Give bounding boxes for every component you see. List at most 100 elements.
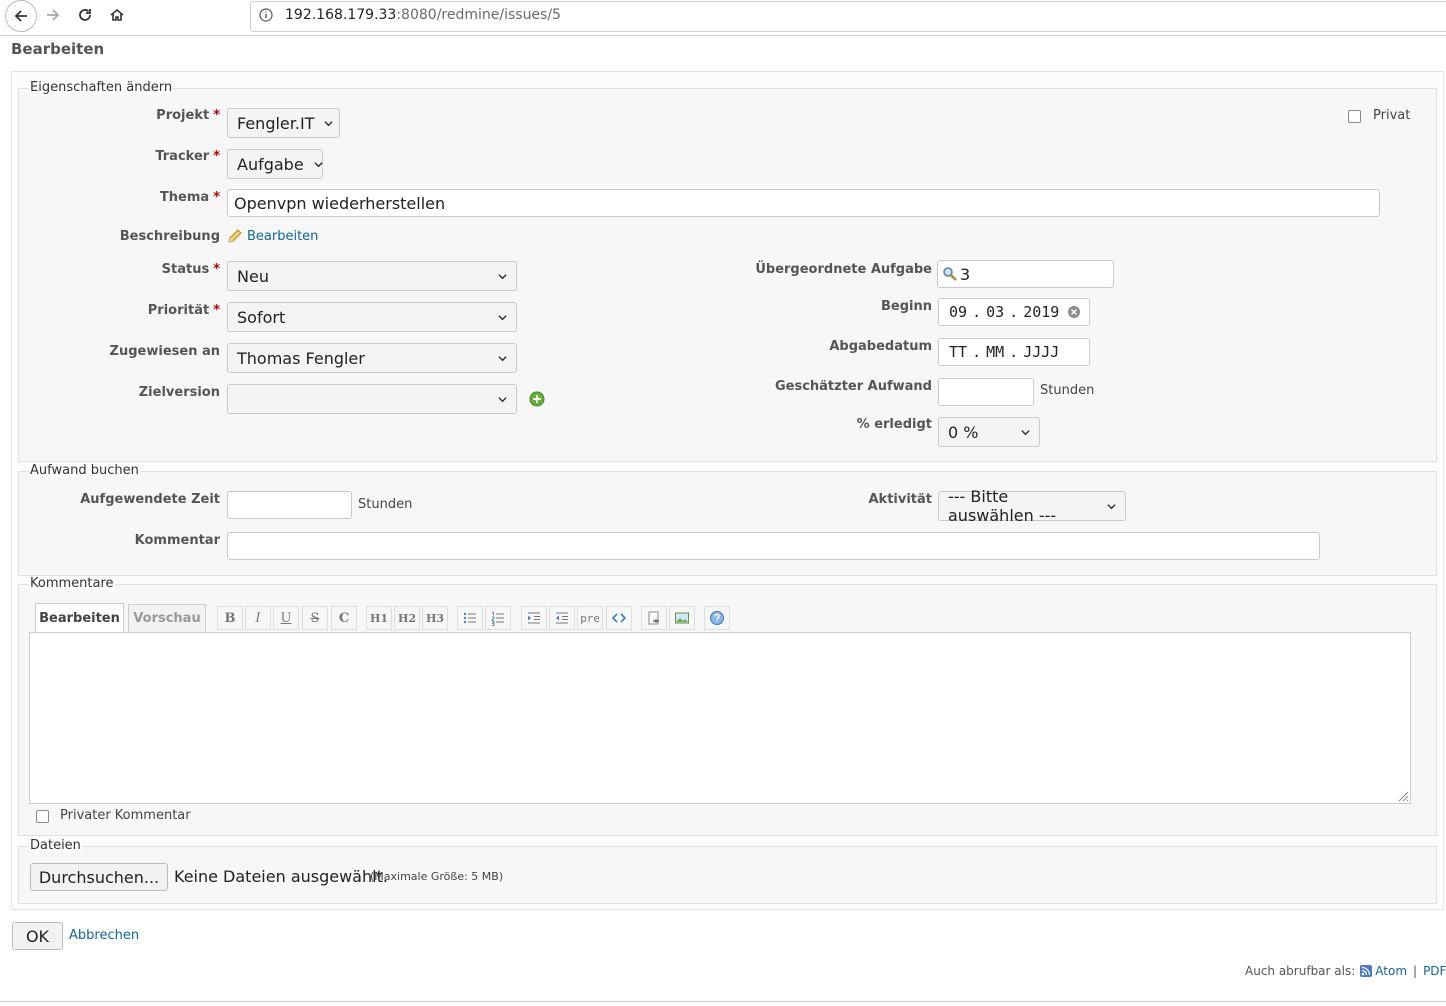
image-icon xyxy=(675,612,689,624)
h2-button[interactable]: H2 xyxy=(394,606,420,630)
projekt-select[interactable]: Fengler.IT xyxy=(227,108,340,138)
clear-date-icon[interactable] xyxy=(1067,305,1081,319)
beginn-month: 03 xyxy=(986,303,1005,321)
feed-icon xyxy=(1360,965,1373,977)
zugewiesen-label: Zugewiesen an xyxy=(109,344,220,359)
h1-button[interactable]: H1 xyxy=(366,606,392,630)
bottom-divider xyxy=(0,1001,1446,1002)
chevron-down-icon xyxy=(498,273,507,279)
status-select[interactable]: Neu xyxy=(227,261,517,291)
chevron-down-icon xyxy=(314,161,323,167)
ok-button[interactable]: OK xyxy=(12,922,63,950)
files-legend: Dateien xyxy=(29,838,82,853)
zielversion-select[interactable] xyxy=(227,384,517,414)
browser-toolbar: 192.168.179.33:8080/redmine/issues/5 xyxy=(0,0,1446,36)
zeit-label: Aufgewendete Zeit xyxy=(80,492,220,507)
prioritaet-value: Sofort xyxy=(237,307,286,327)
zugewiesen-value: Thomas Fengler xyxy=(237,348,365,368)
reload-icon xyxy=(79,9,91,21)
ordered-list-button[interactable] xyxy=(485,606,511,630)
pre-button[interactable]: pre xyxy=(577,606,603,630)
page-title: Bearbeiten xyxy=(11,40,105,58)
back-button[interactable] xyxy=(5,0,37,32)
tab-vorschau[interactable]: Vorschau xyxy=(128,604,206,632)
cancel-link[interactable]: Abbrechen xyxy=(69,928,139,943)
aufwand-unit: Stunden xyxy=(1040,383,1095,398)
abgabedatum-date-input[interactable]: TT. MM. JJJJ xyxy=(938,338,1090,366)
pdf-link[interactable]: PDF xyxy=(1423,964,1446,978)
add-version-icon[interactable] xyxy=(529,391,545,407)
strikethrough-button[interactable]: S xyxy=(302,606,328,630)
aufwand-input[interactable] xyxy=(938,378,1034,406)
url-text: 192.168.179.33:8080/redmine/issues/5 xyxy=(285,7,561,23)
italic-button[interactable]: I xyxy=(245,606,271,630)
kommentar-label: Kommentar xyxy=(134,533,220,548)
footer-label: Auch abrufbar als: xyxy=(1245,964,1356,978)
abgabedatum-label: Abgabedatum xyxy=(829,339,932,354)
chevron-down-icon xyxy=(1107,503,1116,509)
code-icon xyxy=(611,613,627,623)
zielversion-label: Zielversion xyxy=(138,385,220,400)
chevron-down-icon xyxy=(498,396,507,402)
forward-button[interactable] xyxy=(38,0,68,30)
ordered-list-icon xyxy=(490,612,504,626)
code-highlight-button[interactable] xyxy=(606,606,632,630)
atom-link[interactable]: Atom xyxy=(1375,964,1407,978)
privat-checkbox[interactable] xyxy=(1348,110,1361,123)
no-files-text: Keine Dateien ausgewählt. xyxy=(174,867,388,886)
private-notes-checkbox[interactable] xyxy=(36,810,49,823)
prioritaet-select[interactable]: Sofort xyxy=(227,302,517,332)
footer-export: Auch abrufbar als: Atom | PDF xyxy=(1245,964,1446,978)
chevron-down-icon xyxy=(498,314,507,320)
thema-input[interactable]: Openvpn wiederherstellen xyxy=(227,189,1380,217)
beginn-label: Beginn xyxy=(881,299,932,314)
reload-button[interactable] xyxy=(70,0,100,30)
home-icon xyxy=(110,8,124,21)
indent-icon xyxy=(528,612,540,624)
resize-handle-icon[interactable] xyxy=(1397,790,1409,802)
zugewiesen-select[interactable]: Thomas Fengler xyxy=(227,343,517,373)
inline-code-button[interactable]: C xyxy=(331,606,357,630)
home-button[interactable] xyxy=(102,0,132,30)
tab-bearbeiten[interactable]: Bearbeiten xyxy=(35,603,124,633)
info-icon[interactable] xyxy=(259,8,273,22)
erledigt-label: % erledigt xyxy=(856,417,932,432)
status-value: Neu xyxy=(237,266,269,286)
unordered-list-icon xyxy=(463,612,476,624)
chevron-down-icon xyxy=(324,120,334,126)
erledigt-select[interactable]: 0 % xyxy=(938,417,1040,447)
indent-button[interactable] xyxy=(521,606,547,630)
underline-button[interactable]: U xyxy=(273,606,299,630)
outdent-button[interactable] xyxy=(549,606,575,630)
kommentar-input[interactable] xyxy=(227,532,1320,560)
tracker-select[interactable]: Aufgabe xyxy=(227,149,323,179)
max-size-text: (Maximale Größe: 5 MB) xyxy=(370,870,504,883)
pencil-icon xyxy=(228,229,242,243)
beschreibung-edit-link[interactable]: Bearbeiten xyxy=(247,229,318,244)
notes-textarea[interactable] xyxy=(29,632,1411,804)
beschreibung-label: Beschreibung xyxy=(119,229,220,244)
image-button[interactable] xyxy=(669,606,695,630)
prioritaet-label: Priorität * xyxy=(147,303,220,318)
url-path: :8080/redmine/issues/5 xyxy=(396,7,561,23)
parent-input[interactable]: 3 xyxy=(937,260,1114,288)
parent-label: Übergeordnete Aufgabe xyxy=(755,262,932,277)
aktivitaet-label: Aktivität xyxy=(868,492,932,507)
zeit-input[interactable] xyxy=(227,491,352,519)
projekt-value: Fengler.IT xyxy=(237,113,315,133)
aktivitaet-select[interactable]: --- Bitte auswählen --- xyxy=(938,487,1126,525)
help-button[interactable] xyxy=(704,606,730,630)
search-icon xyxy=(943,267,957,281)
chevron-down-icon xyxy=(1021,429,1030,435)
bold-button[interactable]: B xyxy=(217,606,243,630)
thema-label: Thema * xyxy=(159,190,220,205)
privat-label: Privat xyxy=(1373,108,1411,123)
outdent-icon xyxy=(556,612,568,624)
unordered-list-button[interactable] xyxy=(457,606,483,630)
abgabedatum-year: JJJJ xyxy=(1023,343,1060,361)
abgabedatum-day: TT xyxy=(949,343,968,361)
browse-button[interactable]: Durchsuchen... xyxy=(30,863,168,891)
link-button[interactable] xyxy=(641,606,667,630)
erledigt-value: 0 % xyxy=(948,422,979,442)
h3-button[interactable]: H3 xyxy=(422,606,448,630)
